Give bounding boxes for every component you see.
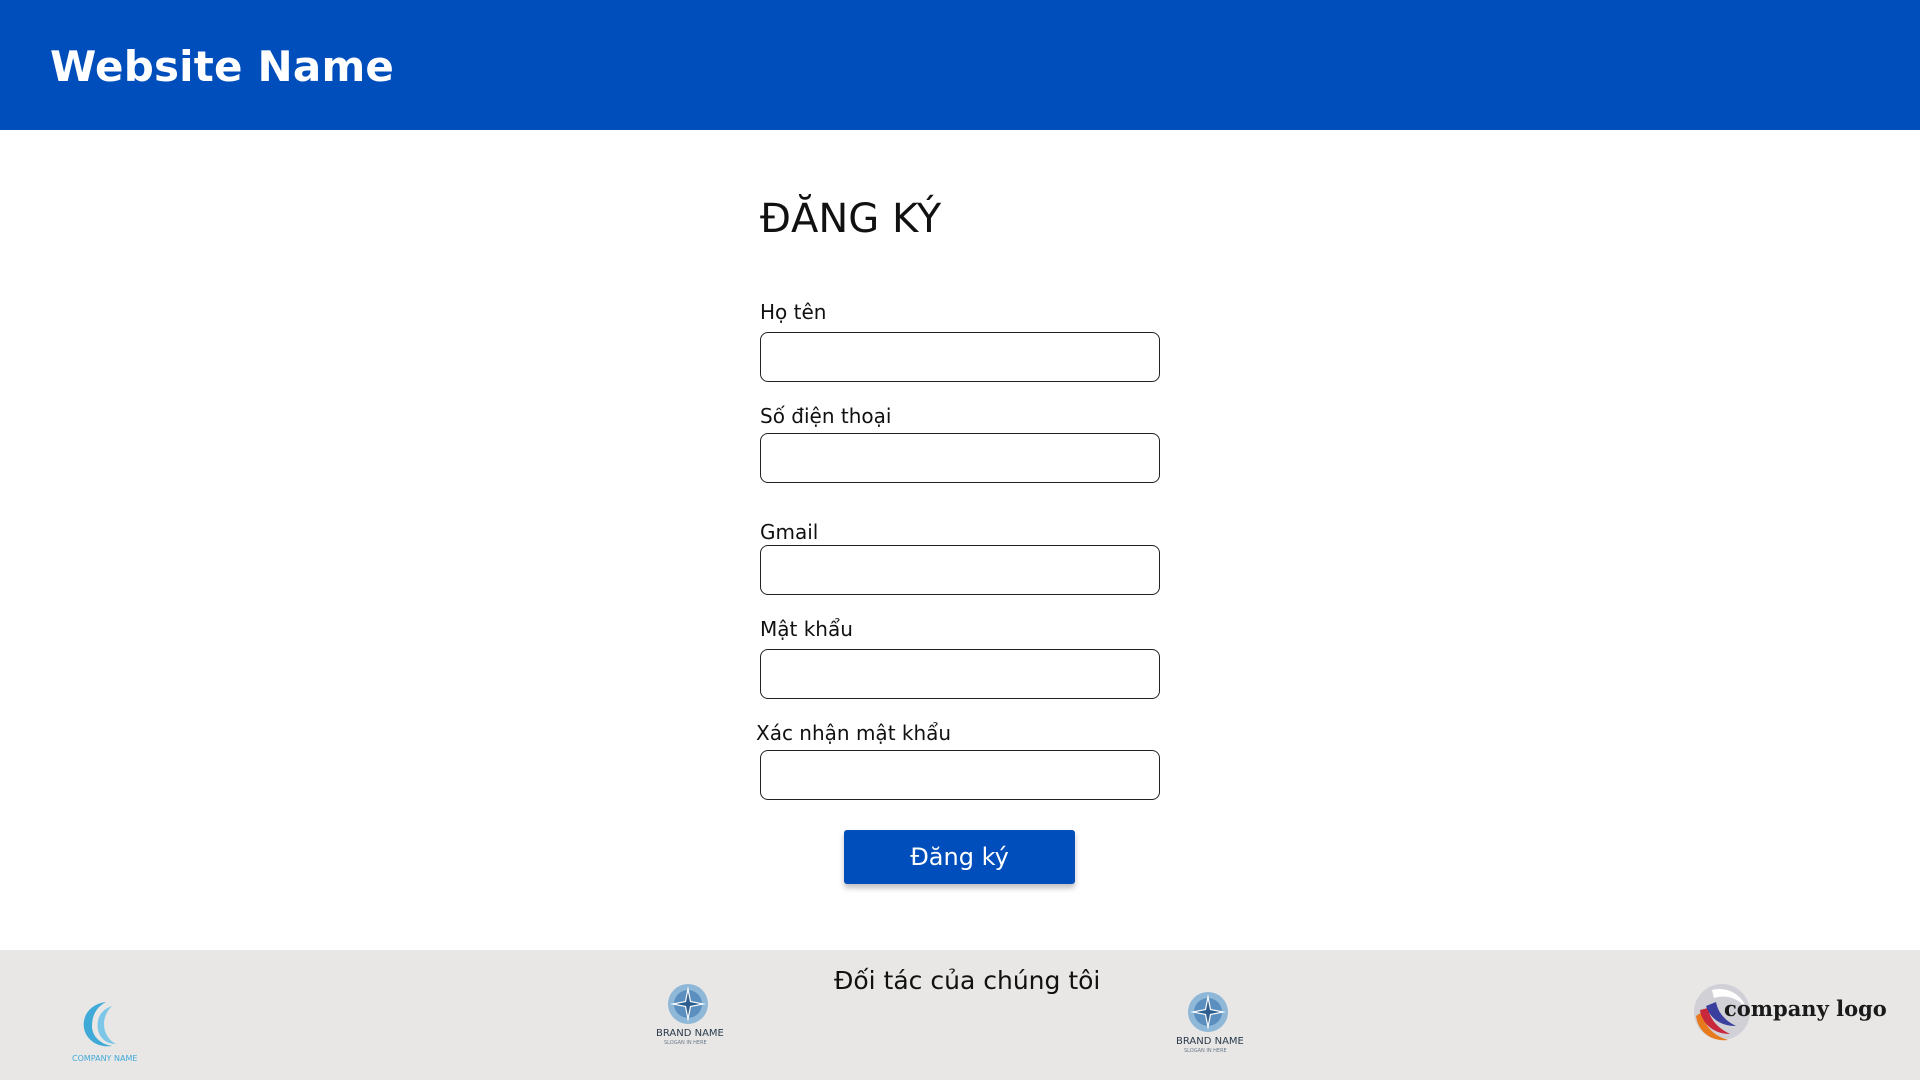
phone-label: Số điện thoại (760, 404, 892, 428)
header-bar: Website Name (0, 0, 1920, 130)
partner-logo-1[interactable]: COMPANY NAME (68, 998, 140, 1070)
partners-footer: Đối tác của chúng tôi COMPANY NAME BRAND… (0, 950, 1920, 1080)
site-name[interactable]: Website Name (50, 42, 394, 91)
confirm-password-input[interactable] (760, 750, 1160, 800)
compass-star-logo-icon (668, 984, 708, 1024)
full-name-input[interactable] (760, 332, 1160, 382)
confirm-password-label: Xác nhận mật khẩu (756, 721, 952, 745)
partner-2-slogan: SLOGAN IN HERE (664, 1040, 707, 1046)
partner-1-caption: COMPANY NAME (72, 1054, 138, 1063)
partner-logo-2[interactable]: BRAND NAME SLOGAN IN HERE (652, 982, 732, 1062)
password-label: Mật khẩu (760, 617, 853, 641)
form-title: ĐĂNG KÝ (760, 196, 942, 242)
password-input[interactable] (760, 649, 1160, 699)
partner-3-caption: BRAND NAME (1176, 1036, 1244, 1047)
gmail-input[interactable] (760, 545, 1160, 595)
partners-title: Đối tác của chúng tôi (834, 966, 1101, 995)
phone-input[interactable] (760, 433, 1160, 483)
register-button[interactable]: Đăng ký (844, 830, 1075, 884)
compass-star-logo-icon (1188, 992, 1228, 1032)
partner-3-slogan: SLOGAN IN HERE (1184, 1048, 1227, 1054)
full-name-label: Họ tên (760, 300, 827, 324)
partner-4-caption: company logo (1724, 996, 1887, 1021)
crescent-logo-icon (83, 1002, 116, 1047)
partner-2-caption: BRAND NAME (656, 1028, 724, 1039)
gmail-label: Gmail (760, 520, 819, 544)
partner-logo-3[interactable]: BRAND NAME SLOGAN IN HERE (1172, 990, 1252, 1070)
partner-logo-4[interactable]: company logo (1692, 980, 1887, 1050)
